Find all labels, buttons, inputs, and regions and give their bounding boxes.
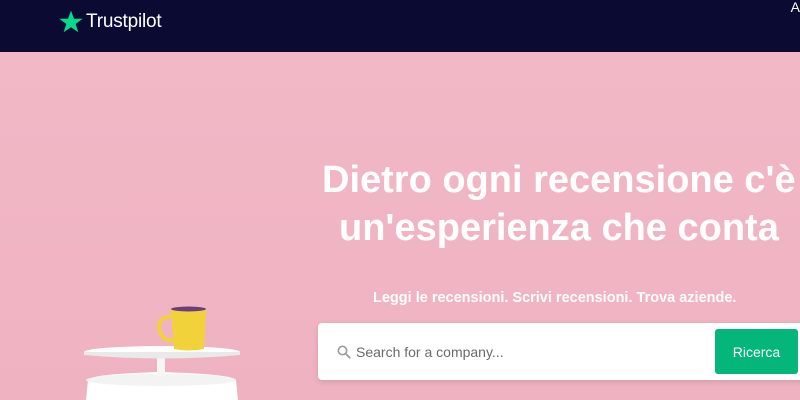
nav-link-cutoff[interactable]: A: [791, 0, 800, 14]
star-logo-icon: [59, 10, 83, 33]
company-search-box: Ricerca: [318, 323, 800, 380]
top-navigation-bar: Trustpilot A: [0, 0, 800, 52]
search-icon: [337, 345, 351, 359]
brand-name: Trustpilot: [86, 11, 162, 32]
trustpilot-logo[interactable]: Trustpilot: [58, 8, 162, 36]
headline-line-2: un'esperienza che conta: [339, 207, 779, 249]
hero-subheadline: Leggi le recensioni. Scrivi recensioni. …: [373, 290, 737, 306]
hero-section: Dietro ogni recensione c'è un'esperienza…: [0, 52, 800, 400]
company-search-input[interactable]: [356, 339, 706, 365]
search-button[interactable]: Ricerca: [715, 329, 798, 374]
hero-headline: Dietro ogni recensione c'è un'esperienza…: [322, 156, 800, 252]
headline-line-1: Dietro ogni recensione c'è: [322, 159, 796, 201]
